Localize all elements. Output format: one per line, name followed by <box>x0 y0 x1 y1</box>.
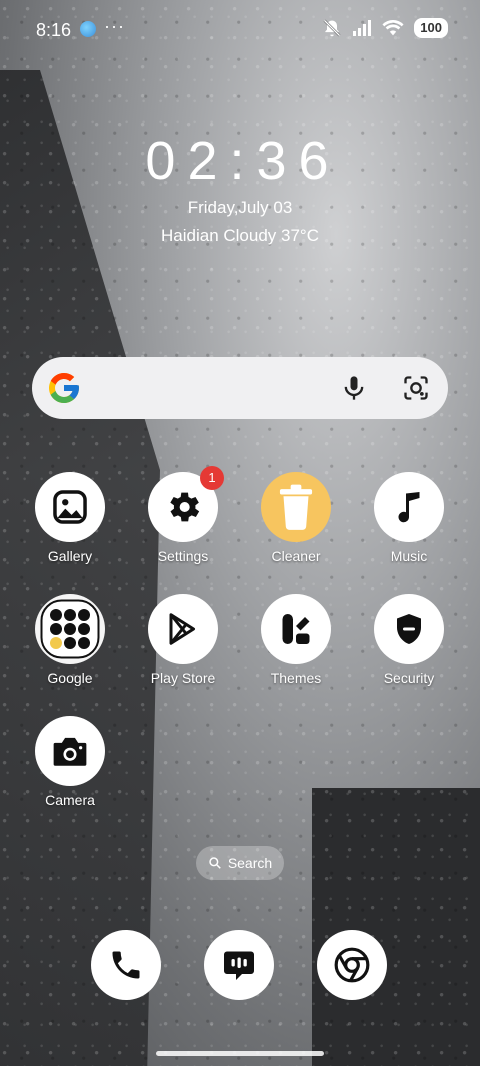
app-cleaner[interactable]: Cleaner <box>246 472 346 564</box>
app-gallery[interactable]: Gallery <box>20 472 120 564</box>
battery-indicator: 100 <box>414 18 448 38</box>
weather-text[interactable]: Haidian Cloudy 37°C <box>0 226 480 246</box>
app-play-store[interactable]: Play Store <box>133 594 233 686</box>
status-bar: 8:16 ··· 100 <box>0 0 480 60</box>
gallery-icon <box>35 472 105 542</box>
app-music[interactable]: Music <box>359 472 459 564</box>
app-settings[interactable]: 1 Settings <box>133 466 233 564</box>
search-icon <box>209 857 221 869</box>
camera-lens-icon[interactable] <box>402 374 430 402</box>
clock-date[interactable]: Friday,July 03 <box>0 198 480 218</box>
app-label: Google <box>47 670 93 686</box>
notification-badge: 1 <box>200 466 224 490</box>
dock-phone[interactable] <box>91 930 161 1000</box>
app-label: Gallery <box>47 548 93 564</box>
more-notifications-icon: ··· <box>104 16 125 36</box>
app-label: Camera <box>45 792 95 808</box>
app-themes[interactable]: Themes <box>246 594 346 686</box>
dock-chrome[interactable] <box>317 930 387 1000</box>
app-label: Settings <box>157 548 209 564</box>
dock-messages[interactable] <box>204 930 274 1000</box>
gesture-home-bar[interactable] <box>156 1051 324 1056</box>
play-store-icon <box>148 594 218 664</box>
wifi-icon <box>382 20 404 36</box>
app-google-folder[interactable]: Google <box>20 594 120 686</box>
app-security[interactable]: Security <box>359 594 459 686</box>
messages-icon <box>224 951 254 980</box>
mic-icon[interactable] <box>340 374 368 402</box>
app-camera[interactable]: Camera <box>20 716 120 808</box>
trash-icon <box>261 472 331 542</box>
google-logo-icon <box>49 373 79 403</box>
status-time: 8:16 <box>36 20 72 40</box>
chrome-icon <box>334 947 370 983</box>
mute-icon <box>323 19 341 37</box>
app-search-button[interactable]: Search <box>196 846 284 880</box>
app-label: Cleaner <box>271 548 321 564</box>
camera-icon <box>35 716 105 786</box>
globe-icon <box>80 21 96 37</box>
themes-icon <box>261 594 331 664</box>
phone-icon <box>112 951 140 979</box>
app-label: Themes <box>270 670 322 686</box>
music-note-icon <box>374 472 444 542</box>
status-icons: 100 <box>322 18 448 38</box>
search-pill-label: Search <box>227 855 273 871</box>
app-label: Security <box>383 670 435 686</box>
shield-icon <box>374 594 444 664</box>
google-search-bar[interactable] <box>32 357 448 419</box>
gear-icon: 1 <box>148 466 224 542</box>
signal-icon <box>353 20 372 36</box>
app-label: Play Store <box>150 670 216 686</box>
google-folder-icon <box>35 594 105 664</box>
clock-time[interactable]: 02:36 <box>0 130 480 192</box>
app-label: Music <box>390 548 428 564</box>
